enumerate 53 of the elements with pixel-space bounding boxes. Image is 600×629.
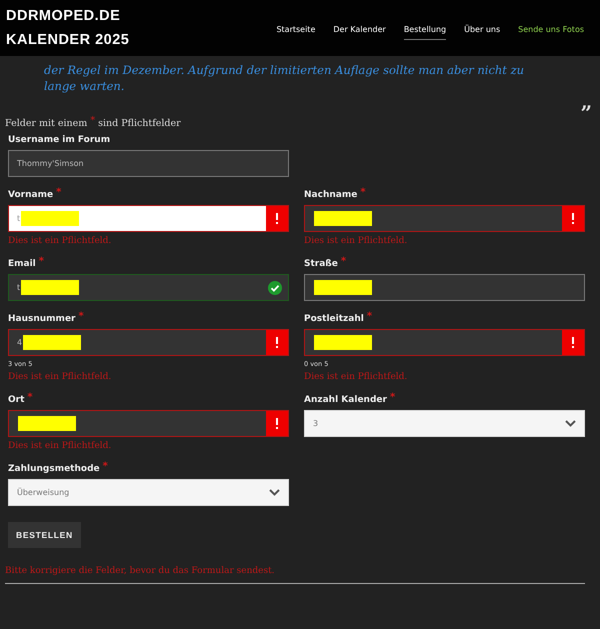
field-label: Username im Forum (8, 135, 110, 147)
field-label: Zahlungsmethode (8, 464, 100, 476)
required-mark: * (78, 311, 84, 324)
input-field[interactable]: t (8, 274, 289, 301)
field-label: Vorname (8, 190, 54, 202)
site-logo-text[interactable]: KALENDER 2025 (6, 32, 130, 48)
error-message: Dies ist ein Pflichtfeld. (8, 236, 112, 246)
required-mark: * (27, 392, 33, 405)
required-mark: * (360, 187, 366, 200)
quote-mark: ” (580, 103, 592, 123)
nav-link[interactable]: Bestellung (404, 24, 446, 40)
nav-link[interactable]: Der Kalender (333, 24, 386, 40)
site-logo-text[interactable]: DDRMOPED.DE (6, 8, 130, 24)
error-icon (266, 330, 288, 355)
required-mark: * (102, 461, 108, 474)
field-label: Anzahl Kalender (304, 395, 387, 407)
field-label: Email (8, 259, 36, 271)
input-field[interactable] (8, 410, 289, 437)
error-message: Dies ist ein Pflichtfeld. (304, 372, 408, 382)
submit-button[interactable]: BESTELLEN (8, 522, 81, 548)
required-mark: * (56, 187, 62, 200)
error-icon (266, 411, 288, 436)
field-label: Hausnummer (8, 314, 76, 326)
input-field[interactable]: Thommy'Simson (8, 150, 289, 177)
nav-link[interactable]: Startseite (276, 24, 316, 40)
required-mark: * (38, 256, 44, 269)
nav-link[interactable]: Sende uns Fotos (518, 24, 584, 40)
error-message: Dies ist ein Pflichtfeld. (8, 372, 112, 382)
input-field[interactable] (304, 205, 585, 232)
check-icon (268, 281, 282, 295)
input-field[interactable]: 4 (8, 329, 289, 356)
input-field[interactable] (304, 274, 585, 301)
quote-text: der Regel im Dezember. Aufgrund der limitierten Auflage sollte man aber nicht zu lange warten. (44, 62, 526, 94)
chevron-down-icon[interactable] (269, 489, 280, 496)
field-label: Straße (304, 259, 338, 271)
error-icon (562, 206, 584, 231)
field-label: Nachname (304, 190, 358, 202)
nav-link[interactable]: Über uns (464, 24, 500, 40)
error-icon (266, 206, 288, 231)
required-mark: * (390, 392, 396, 405)
select-field[interactable]: 3 (304, 410, 585, 437)
error-message: Dies ist ein Pflichtfeld. (304, 236, 408, 246)
required-mark: * (366, 311, 372, 324)
form-error-message: Bitte korrigiere die Felder, bevor du das Formular sendest. (5, 566, 276, 576)
error-message: Dies ist ein Pflichtfeld. (8, 441, 112, 451)
field-label: Postleitzahl (304, 314, 364, 326)
select-field[interactable]: Überweisung (8, 479, 289, 506)
field-label: Ort (8, 395, 24, 407)
required-note: Felder mit einem * sind Pflichtfelder (5, 118, 182, 129)
error-icon (562, 330, 584, 355)
chevron-down-icon[interactable] (565, 420, 576, 427)
required-mark: * (340, 256, 346, 269)
input-field[interactable] (304, 329, 585, 356)
